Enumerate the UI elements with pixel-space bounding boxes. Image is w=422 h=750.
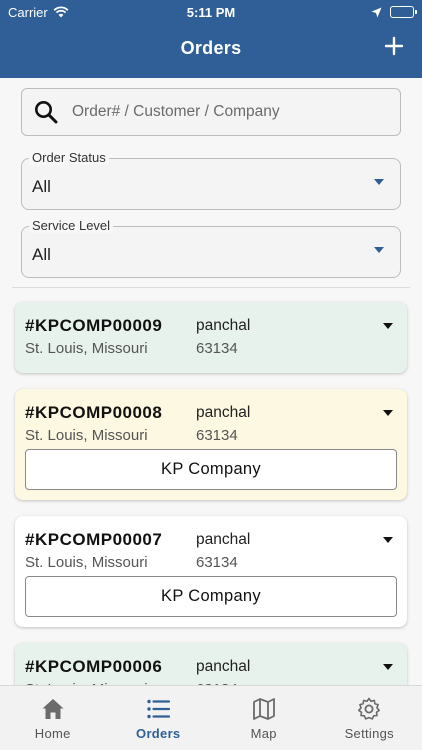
page-title: Orders [180, 38, 242, 58]
expand-chevron-icon[interactable] [383, 410, 393, 416]
company-button[interactable]: KP Company [25, 449, 397, 490]
order-card[interactable]: #KPCOMP00007 St. Louis, Missouri panchal… [15, 516, 407, 627]
app-header: Carrier 5:11 PM Orders [0, 0, 422, 78]
list-icon [147, 699, 171, 719]
tab-label: Map [250, 726, 277, 741]
service-level-value: All [32, 245, 51, 264]
status-bar: Carrier 5:11 PM [8, 3, 417, 21]
service-level-select[interactable]: Service Level All [21, 218, 401, 278]
order-number: #KPCOMP00008 [25, 403, 163, 422]
add-order-button[interactable] [382, 34, 406, 58]
map-icon [252, 698, 275, 720]
status-time: 5:11 PM [186, 4, 236, 20]
search-input[interactable] [72, 103, 372, 121]
order-status-label: Order Status [29, 150, 109, 165]
order-status-select[interactable]: Order Status All [21, 150, 401, 210]
home-icon [42, 699, 64, 719]
tab-home[interactable]: Home [0, 686, 106, 750]
search-icon [35, 101, 58, 124]
order-status-value: All [32, 177, 51, 196]
company-button[interactable]: KP Company [25, 576, 397, 617]
order-customer: panchal [196, 404, 251, 421]
order-location: St. Louis, Missouri [25, 340, 148, 357]
order-location: St. Louis, Missouri [25, 427, 148, 444]
tab-label: Home [34, 726, 71, 741]
gear-icon [358, 697, 381, 720]
chevron-down-icon [374, 247, 384, 253]
order-zip: 63134 [196, 340, 238, 357]
order-number: #KPCOMP00006 [25, 657, 163, 676]
expand-chevron-icon[interactable] [383, 537, 393, 543]
tab-map[interactable]: Map [211, 686, 317, 750]
divider [12, 287, 410, 288]
order-number: #KPCOMP00007 [25, 530, 163, 549]
service-level-label: Service Level [29, 218, 114, 233]
battery-icon [390, 6, 417, 18]
tab-orders[interactable]: Orders [106, 686, 212, 750]
order-zip: 63134 [196, 427, 238, 444]
order-customer: panchal [196, 317, 251, 334]
order-card[interactable]: #KPCOMP00009 St. Louis, Missouri panchal… [15, 302, 407, 373]
tab-label: Settings [344, 726, 394, 741]
tab-label: Orders [136, 726, 181, 741]
order-location: St. Louis, Missouri [25, 554, 148, 571]
expand-chevron-icon[interactable] [383, 664, 393, 670]
expand-chevron-icon[interactable] [383, 323, 393, 329]
tab-bar: Home Orders Map Settings [0, 685, 422, 750]
order-card[interactable]: #KPCOMP00008 St. Louis, Missouri panchal… [15, 389, 407, 500]
order-number: #KPCOMP00009 [25, 316, 163, 335]
chevron-down-icon [374, 179, 384, 185]
order-customer: panchal [196, 658, 251, 675]
order-zip: 63134 [196, 554, 238, 571]
tab-settings[interactable]: Settings [317, 686, 422, 750]
search-field[interactable] [21, 88, 401, 136]
order-customer: panchal [196, 531, 251, 548]
